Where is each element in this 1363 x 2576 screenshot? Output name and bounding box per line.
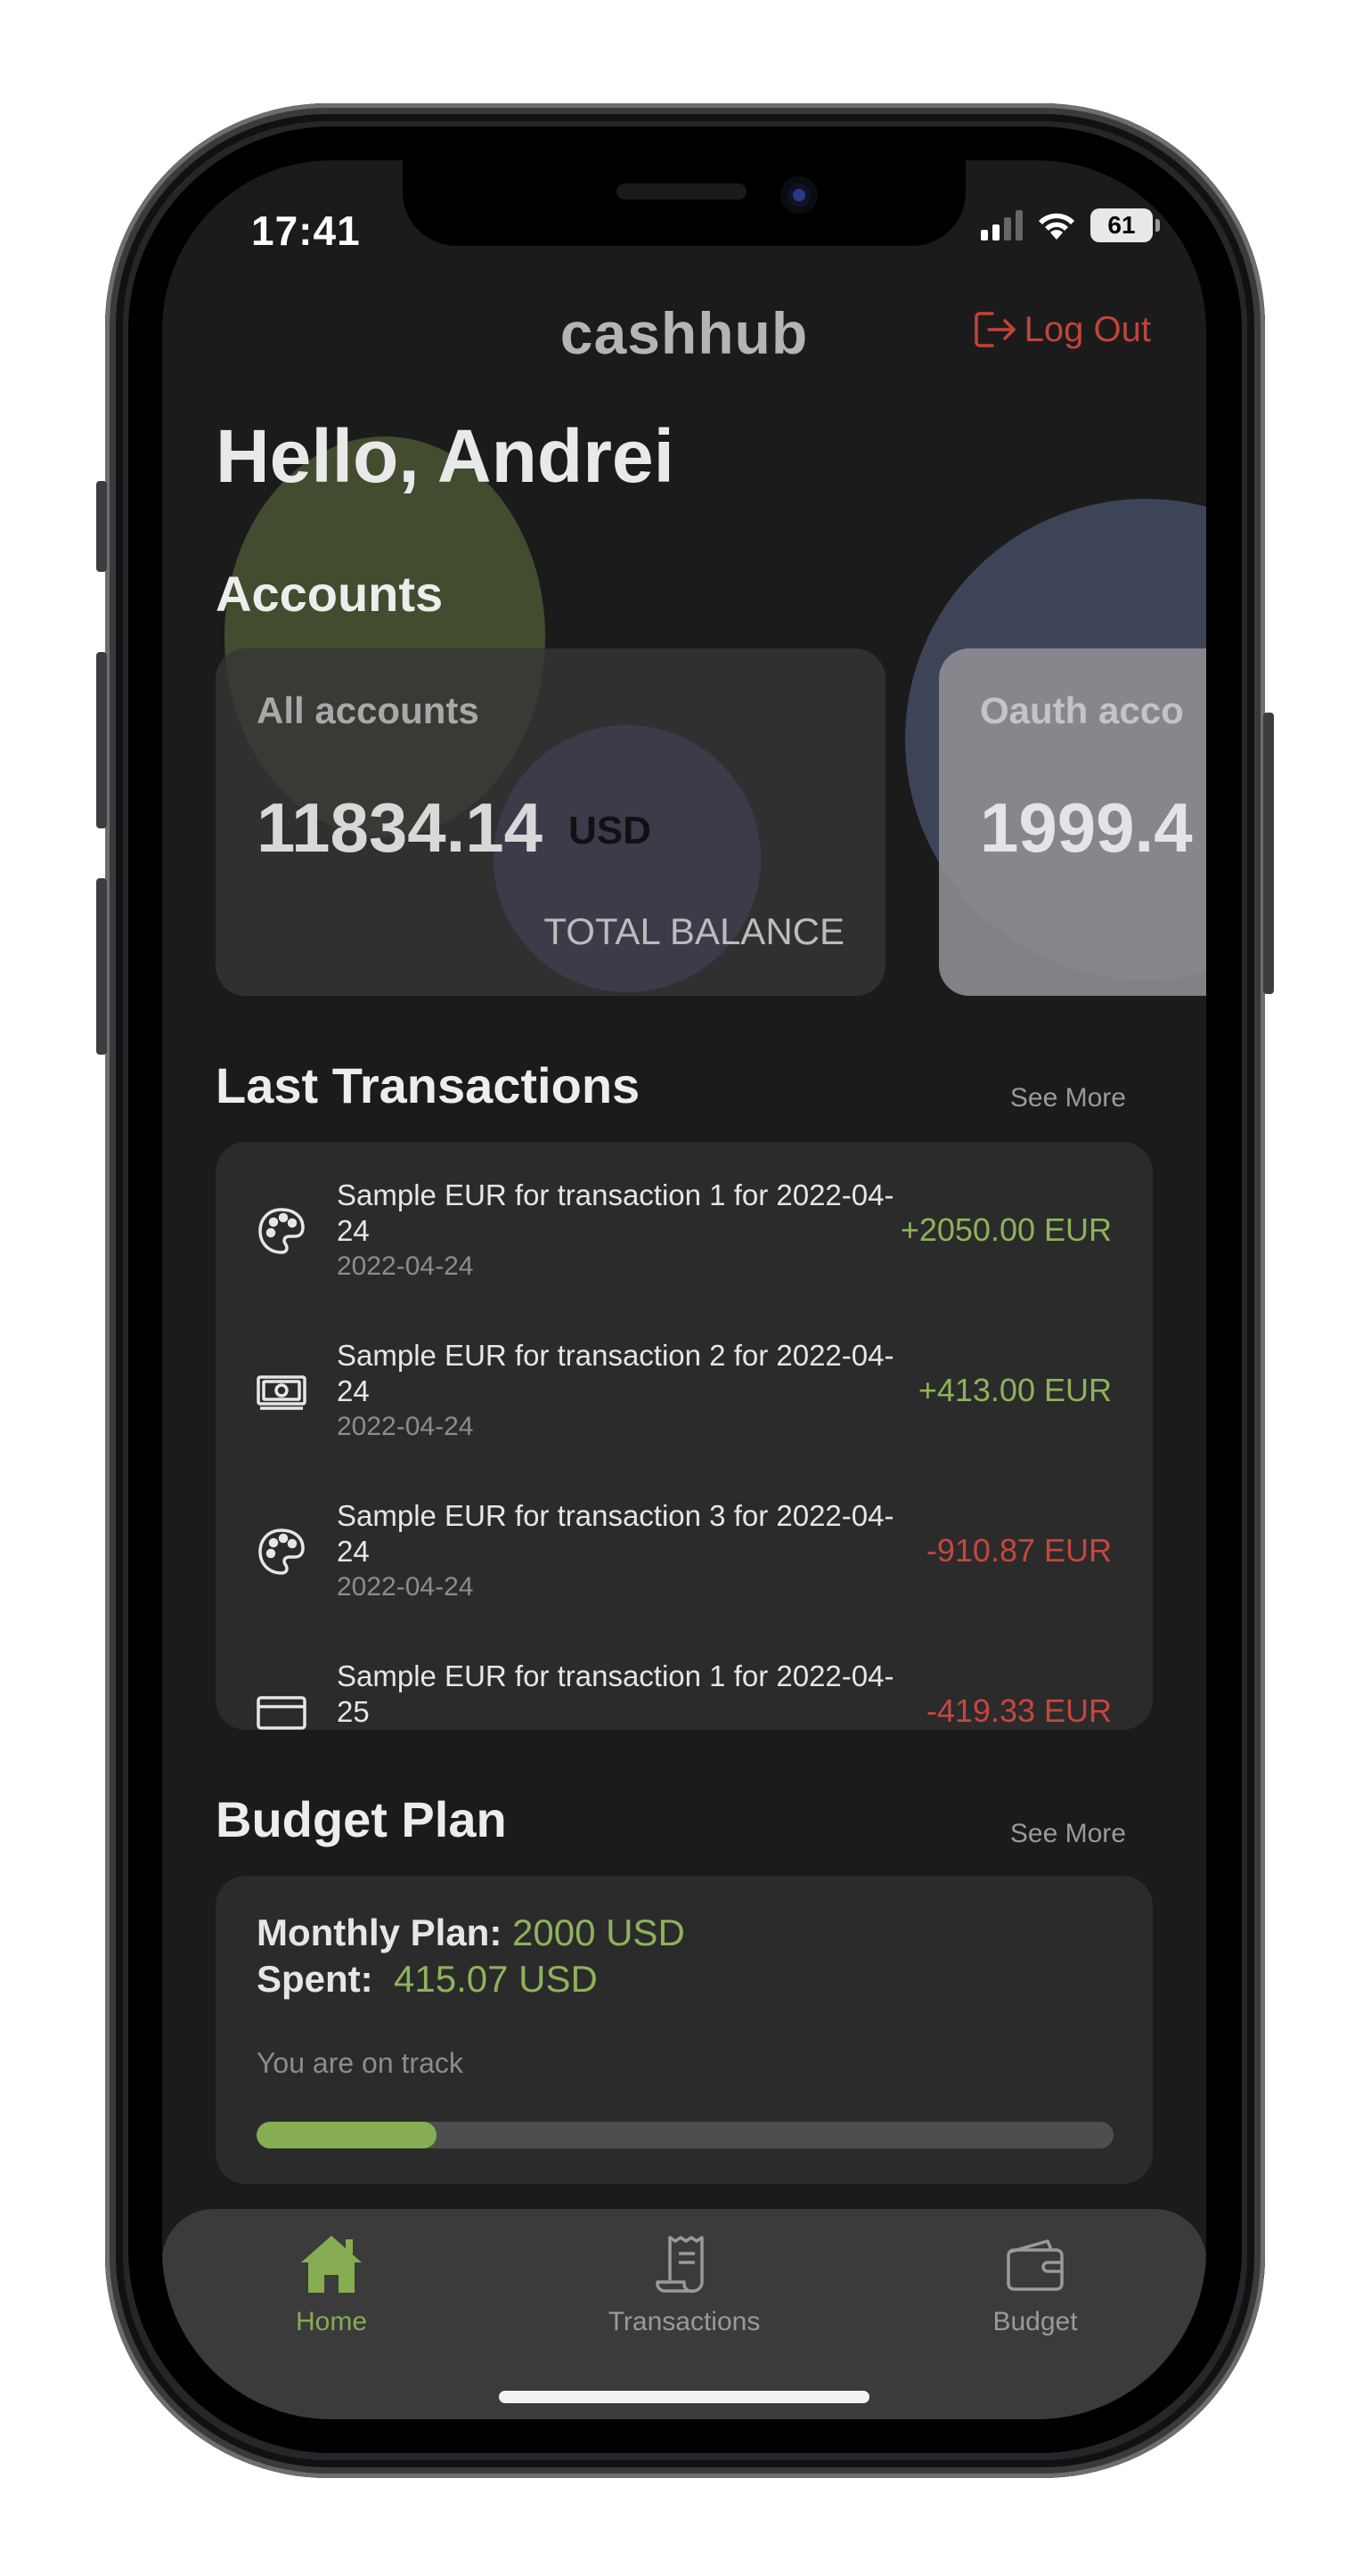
monthly-plan-value: 2000 USD bbox=[512, 1912, 685, 1953]
budget-see-more-link[interactable]: See More bbox=[1010, 1819, 1126, 1849]
transaction-date: 2022-04-24 bbox=[337, 1251, 474, 1281]
home-icon bbox=[301, 2236, 362, 2293]
account-balance-caption: TOTAL BALANCE bbox=[543, 910, 845, 952]
transaction-amount: +413.00 EUR bbox=[918, 1372, 1112, 1408]
card-icon bbox=[257, 1696, 306, 1730]
palette-icon bbox=[258, 1208, 305, 1254]
budget-progress-bar bbox=[257, 2122, 1114, 2148]
spent-value: 415.07 USD bbox=[394, 1958, 598, 2000]
logout-label: Log Out bbox=[1024, 309, 1151, 349]
account-balance: 11834.14 bbox=[257, 788, 543, 867]
transaction-row[interactable]: Sample EUR for transaction 1 for 2022-04… bbox=[216, 1160, 1153, 1320]
transaction-description: Sample EUR for transaction 3 for 2022-04… bbox=[337, 1499, 894, 1568]
tab-transactions-label: Transactions bbox=[608, 2307, 761, 2336]
transaction-row[interactable]: Sample EUR for transaction 1 for 2022-04… bbox=[216, 1641, 1153, 1730]
banknote-icon bbox=[257, 1375, 306, 1410]
wallet-icon bbox=[1007, 2239, 1064, 2291]
spent-label: Spent: bbox=[257, 1958, 373, 2000]
account-card-oauth[interactable]: Oauth acco 1999.4 bbox=[939, 648, 1206, 996]
transaction-date: 2022-04-24 bbox=[337, 1572, 474, 1602]
logout-button[interactable]: Log Out bbox=[973, 308, 1151, 351]
front-camera bbox=[780, 176, 818, 214]
tab-budget[interactable]: Budget bbox=[919, 2230, 1151, 2337]
budget-status: You are on track bbox=[257, 2047, 463, 2079]
account-name: Oauth acco bbox=[980, 689, 1184, 731]
notch bbox=[403, 160, 966, 246]
budget-plan-card[interactable]: Monthly Plan: 2000 USD Spent: 415.07 USD… bbox=[216, 1876, 1153, 2184]
transaction-description: Sample EUR for transaction 1 for 2022-04… bbox=[337, 1178, 894, 1247]
account-card-all[interactable]: All accounts 11834.14 USD TOTAL BALANCE bbox=[216, 648, 886, 996]
transactions-list: Sample EUR for transaction 1 for 2022-04… bbox=[216, 1142, 1153, 1730]
status-icons: 61 bbox=[981, 208, 1160, 242]
wifi-icon bbox=[1039, 213, 1074, 240]
tab-home-label: Home bbox=[295, 2307, 368, 2336]
transaction-amount: -419.33 EUR bbox=[926, 1692, 1112, 1729]
battery-icon: 61 bbox=[1090, 208, 1160, 242]
budget-progress-fill bbox=[257, 2122, 437, 2148]
app-screen: 17:41 61 cashhub Log Out Hello, Andrei A… bbox=[162, 160, 1206, 2419]
account-name: All accounts bbox=[257, 689, 479, 731]
home-indicator[interactable] bbox=[499, 2391, 869, 2403]
accounts-section-title: Accounts bbox=[216, 566, 444, 622]
transaction-row[interactable]: Sample EUR for transaction 3 for 2022-04… bbox=[216, 1480, 1153, 1641]
monthly-plan-label: Monthly Plan: bbox=[257, 1912, 502, 1953]
tab-home[interactable]: Home bbox=[216, 2230, 447, 2337]
monthly-plan-line: Monthly Plan: 2000 USD bbox=[257, 1912, 685, 1954]
transactions-section-title: Last Transactions bbox=[216, 1057, 641, 1113]
volume-down-button bbox=[96, 878, 107, 1055]
transaction-amount: -910.87 EUR bbox=[926, 1532, 1112, 1569]
tab-bar: Home Transactions Budget bbox=[162, 2209, 1206, 2419]
earpiece-speaker bbox=[616, 183, 747, 200]
greeting: Hello, Andrei bbox=[216, 414, 674, 498]
status-time: 17:41 bbox=[251, 208, 361, 254]
cellular-signal-icon bbox=[981, 210, 1023, 240]
tab-budget-label: Budget bbox=[992, 2307, 1078, 2336]
power-button bbox=[1263, 713, 1274, 994]
transactions-see-more-link[interactable]: See More bbox=[1010, 1083, 1126, 1113]
logout-icon bbox=[974, 312, 1016, 347]
transaction-description: Sample EUR for transaction 2 for 2022-04… bbox=[337, 1339, 894, 1407]
transaction-amount: +2050.00 EUR bbox=[900, 1211, 1112, 1248]
transaction-date: 2022-04-24 bbox=[337, 1412, 474, 1441]
transaction-row[interactable]: Sample EUR for transaction 2 for 2022-04… bbox=[216, 1320, 1153, 1480]
budget-section-title: Budget Plan bbox=[216, 1791, 507, 1847]
account-currency: USD bbox=[568, 809, 651, 852]
transaction-description: Sample EUR for transaction 1 for 2022-04… bbox=[337, 1659, 894, 1728]
receipt-icon bbox=[656, 2236, 704, 2293]
spent-line: Spent: 415.07 USD bbox=[257, 1958, 598, 2001]
account-balance: 1999.4 bbox=[980, 788, 1193, 867]
silent-switch bbox=[96, 481, 107, 572]
volume-up-button bbox=[96, 652, 107, 828]
palette-icon bbox=[258, 1528, 305, 1575]
tab-transactions[interactable]: Transactions bbox=[568, 2230, 800, 2337]
